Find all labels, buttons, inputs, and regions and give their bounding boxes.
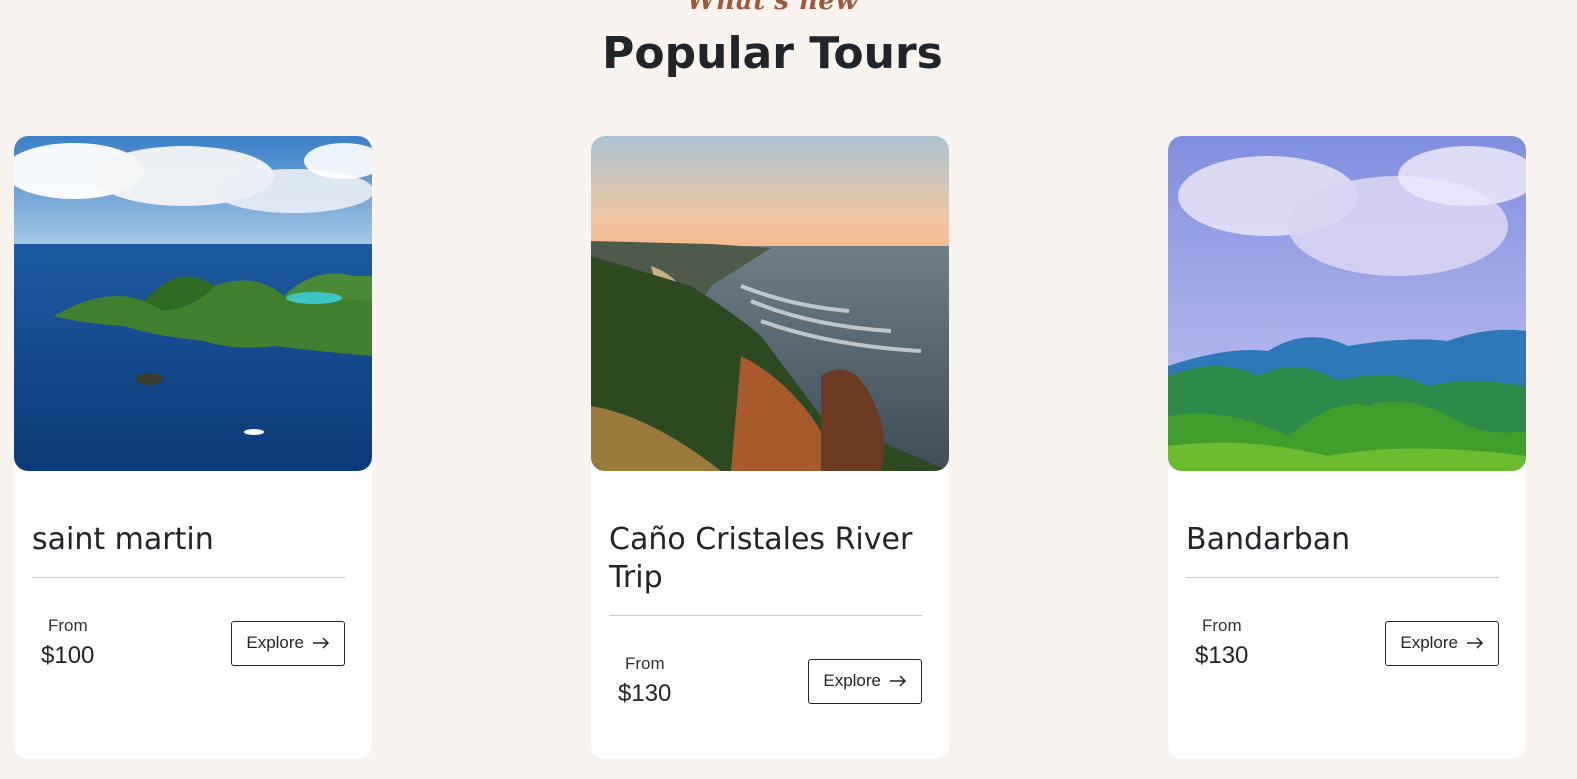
section-title: Popular Tours (602, 28, 943, 79)
from-label: From (48, 616, 88, 635)
tour-price: $100 (41, 642, 95, 669)
from-label: From (1202, 616, 1242, 635)
tour-price: $130 (1195, 642, 1249, 669)
explore-button[interactable]: Explore (1385, 620, 1499, 666)
explore-button[interactable]: Explore (808, 658, 922, 704)
popular-tours-section: What's new Popular Tours saint martin Fr… (0, 0, 1577, 779)
from-label: From (625, 654, 665, 673)
arrow-right-icon (1467, 637, 1484, 649)
tour-name: Caño Cristales River Trip (609, 521, 922, 616)
tour-price: $130 (618, 680, 672, 707)
arrow-right-icon (890, 675, 907, 687)
explore-label: Explore (1400, 633, 1458, 652)
tour-image-coastline[interactable] (591, 136, 949, 471)
tour-image-mountain[interactable] (1168, 136, 1526, 471)
tour-card: Bandarban From $130 Explore (1168, 136, 1526, 759)
arrow-right-icon (313, 637, 330, 649)
tour-card: saint martin From $100 Explore (14, 136, 372, 759)
section-eyebrow: What's new (686, 0, 859, 16)
explore-button[interactable]: Explore (231, 620, 345, 666)
tour-name: saint martin (32, 521, 345, 578)
explore-label: Explore (823, 671, 881, 690)
tour-name: Bandarban (1186, 521, 1499, 578)
tour-image-island[interactable] (14, 136, 372, 471)
explore-label: Explore (246, 633, 304, 652)
tour-card: Caño Cristales River Trip From $130 Expl… (591, 136, 949, 759)
